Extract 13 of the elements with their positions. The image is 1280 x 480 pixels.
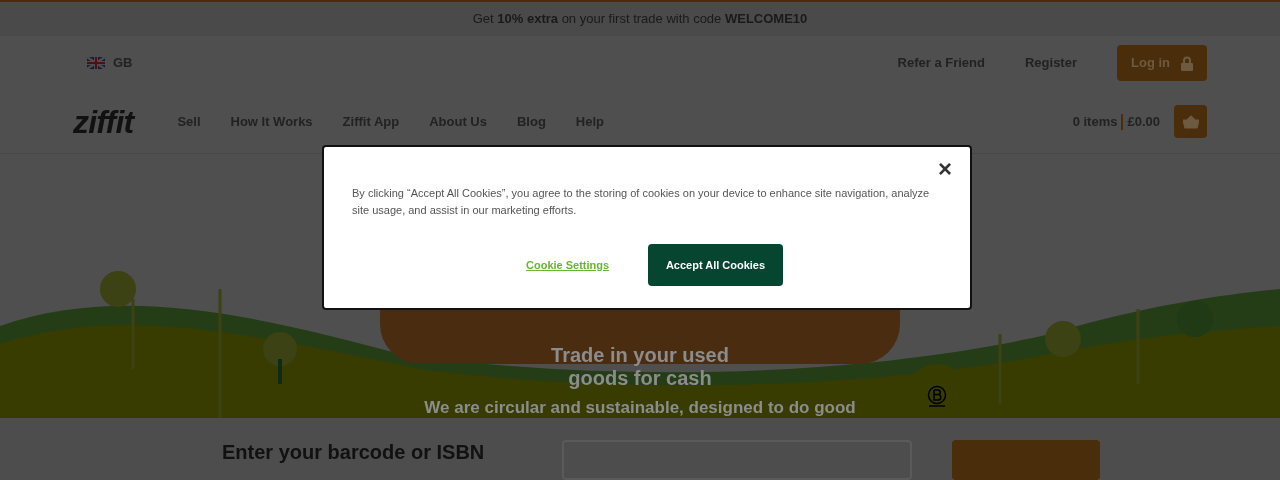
hero-subtitle: Trade in your used goods for cash	[550, 344, 730, 391]
search-heading: Enter your barcode or ISBN	[222, 440, 486, 464]
lock-icon	[1181, 55, 1193, 71]
close-button[interactable]: ×	[938, 157, 952, 181]
search-button[interactable]	[952, 440, 1100, 480]
logo[interactable]: ziffit	[73, 105, 134, 138]
hero-tagline: We are circular and sustainable, designed to do good	[424, 398, 856, 418]
cookie-settings-link[interactable]: Cookie Settings	[526, 257, 610, 274]
b-logo-icon	[927, 385, 947, 408]
cookie-consent-text: By clicking “Accept All Cookies”, you agree to the storing of cookies on your device to enhance site navigation, analyze site usage, and assist in our marketing efforts.	[352, 186, 931, 218]
flag-icon[interactable]	[87, 57, 105, 70]
accept-cookies-button[interactable]: Accept All Cookies	[648, 244, 783, 286]
basket-button[interactable]	[1174, 105, 1207, 139]
